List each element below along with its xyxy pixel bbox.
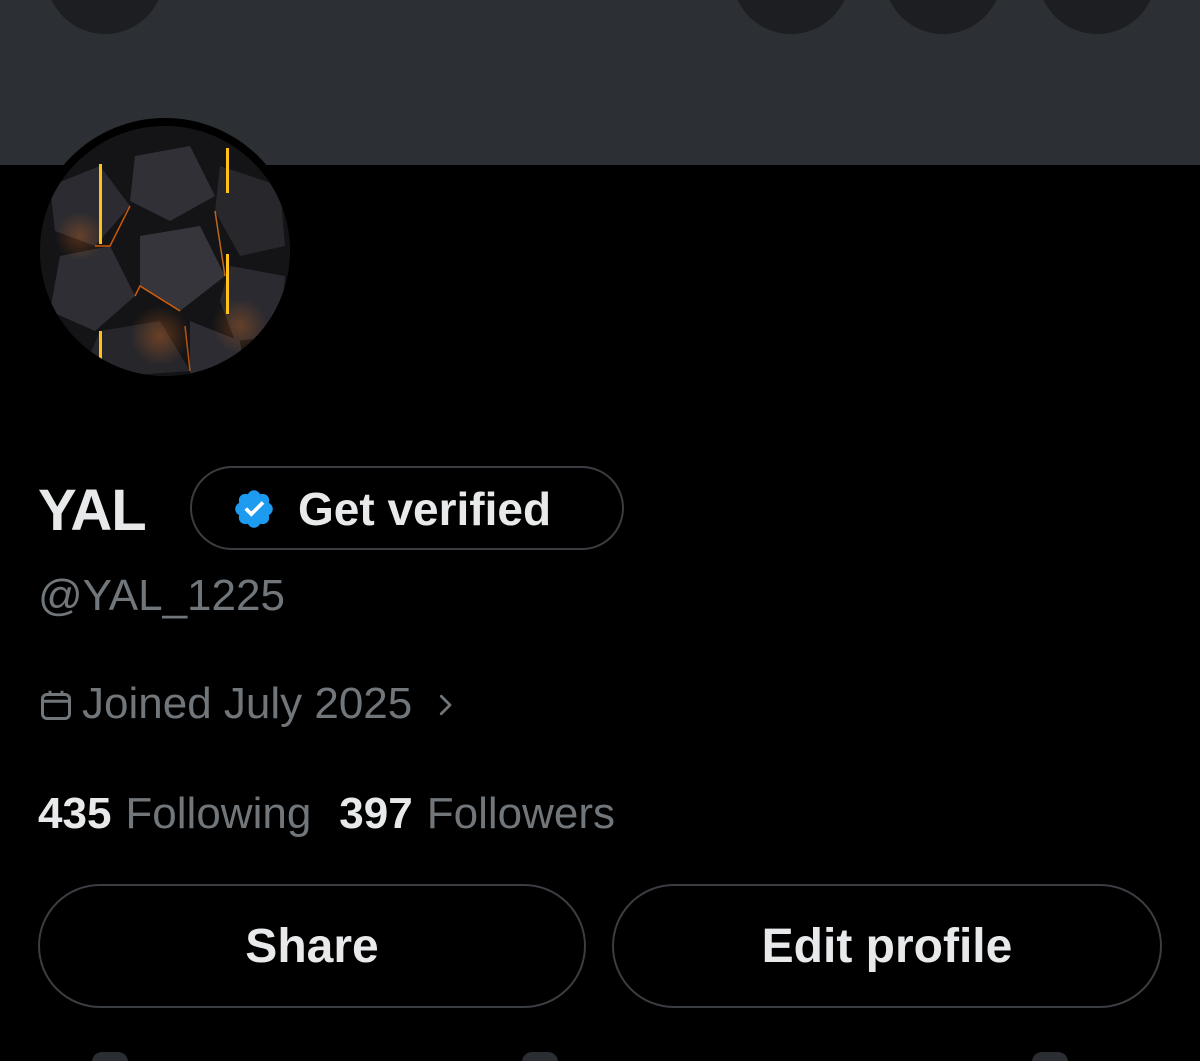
follow-stats: 435 Following 397 Followers [38, 786, 615, 842]
following-label: Following [125, 789, 312, 838]
joined-date-link[interactable]: Joined July 2025 [38, 676, 460, 732]
calendar-icon [41, 690, 71, 720]
followers-count: 397 [339, 789, 413, 838]
avatar-image [40, 126, 290, 376]
following-link[interactable]: 435 Following [38, 786, 311, 842]
verified-badge-icon [235, 490, 273, 528]
tab-indicator [92, 1052, 128, 1061]
following-count: 435 [38, 789, 112, 838]
followers-link[interactable]: 397 Followers [339, 786, 615, 842]
display-name: YAL [38, 478, 147, 543]
user-handle: @YAL_1225 [38, 571, 285, 620]
chevron-right-icon [440, 694, 452, 716]
search-button[interactable] [732, 0, 850, 34]
edit-profile-button[interactable]: Edit profile [612, 884, 1162, 1008]
get-verified-button[interactable]: Get verified [190, 466, 624, 550]
more-options-button[interactable] [1038, 0, 1156, 34]
avatar[interactable] [40, 126, 290, 376]
tab-indicator [1032, 1052, 1068, 1061]
profile-page: YAL Get verified @YAL_1225 Joined July 2… [0, 0, 1200, 1061]
followers-label: Followers [426, 789, 615, 838]
banner-share-button[interactable] [884, 0, 1002, 34]
get-verified-label: Get verified [298, 483, 552, 535]
tab-indicator [522, 1052, 558, 1061]
back-button[interactable] [46, 0, 164, 34]
joined-date-text: Joined July 2025 [82, 679, 413, 728]
share-button[interactable]: Share [38, 884, 586, 1008]
